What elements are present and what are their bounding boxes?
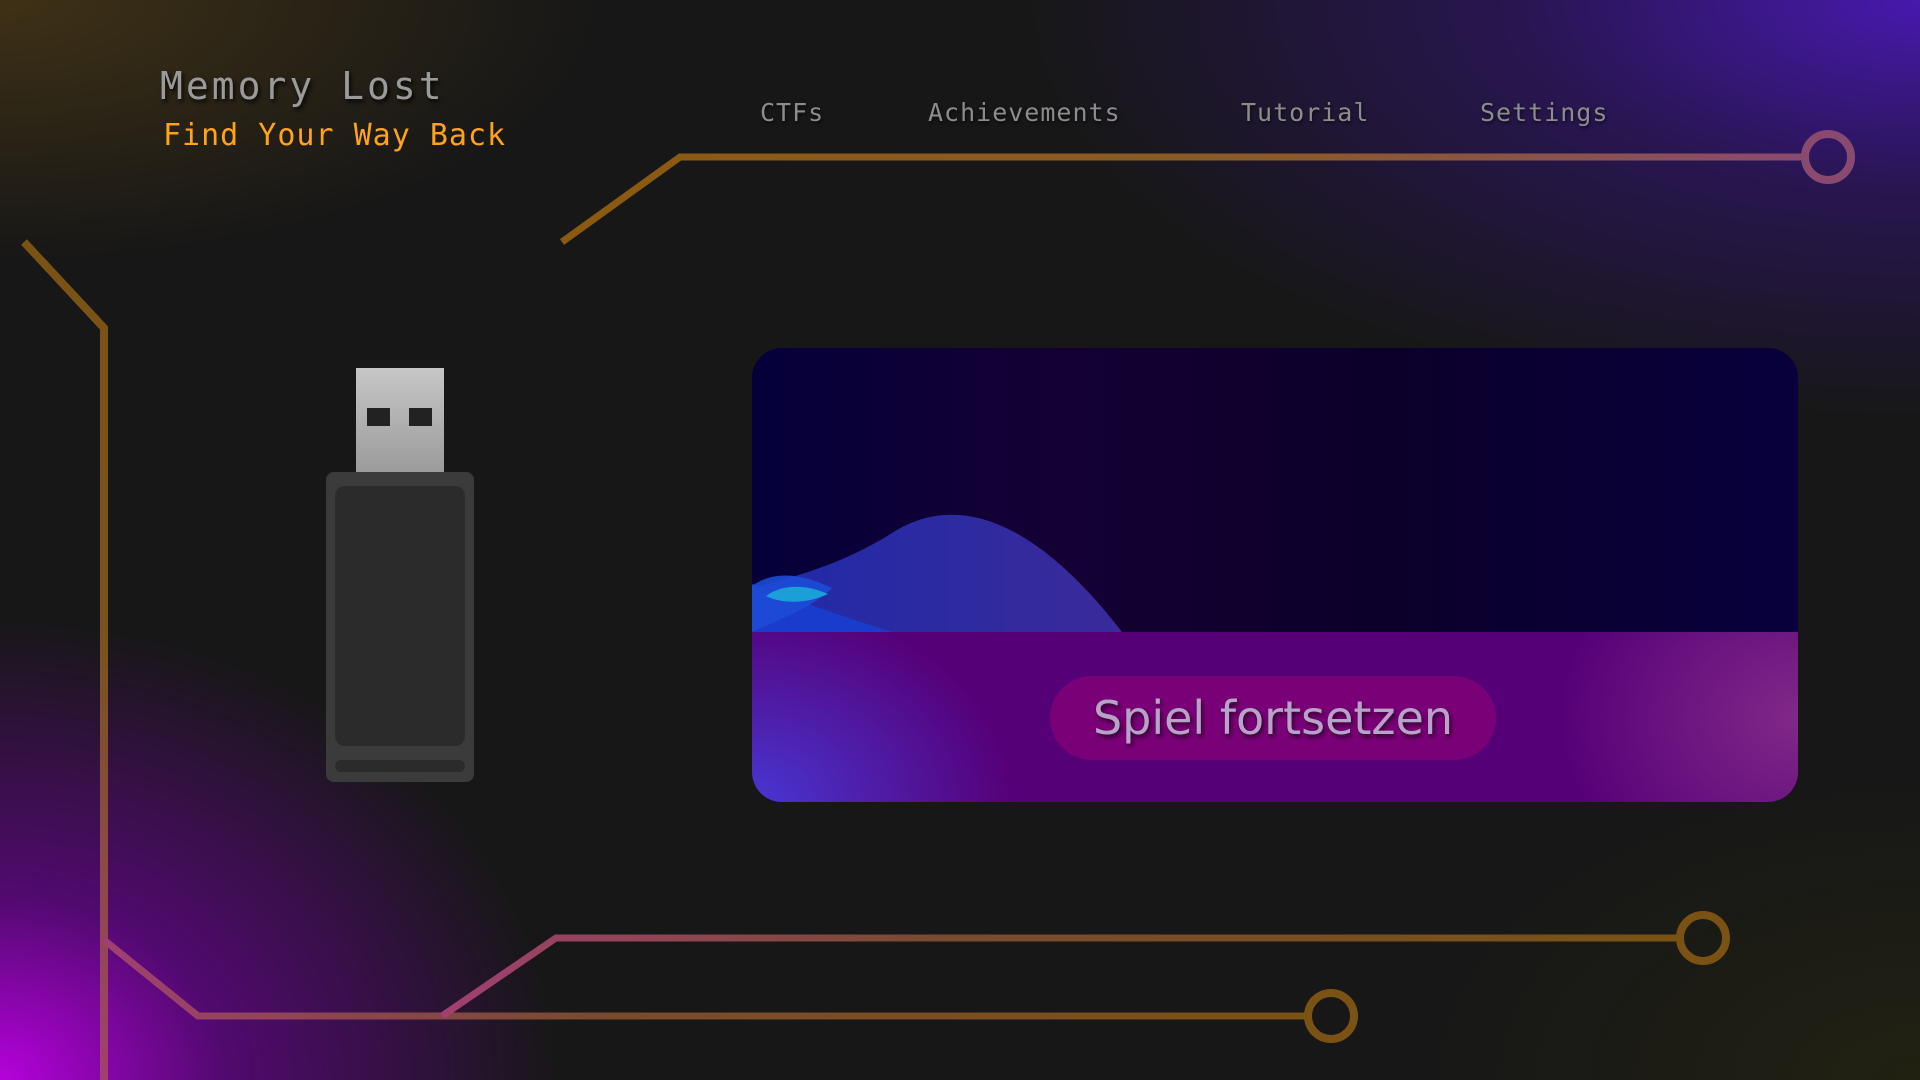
circuit-line-left	[21, 239, 108, 1080]
wave-illustration	[752, 514, 1122, 632]
nav-item-achievements[interactable]: Achievements	[928, 98, 1121, 127]
continue-game-card: Spiel fortsetzen	[752, 348, 1798, 802]
card-action-area: Spiel fortsetzen	[752, 632, 1798, 802]
nav-item-tutorial[interactable]: Tutorial	[1241, 98, 1369, 127]
circuit-node-top-right	[1801, 130, 1855, 184]
usb-plug	[356, 368, 444, 474]
nav-item-ctfs[interactable]: CTFs	[760, 98, 824, 127]
circuit-node-bottom-mid	[1304, 989, 1358, 1043]
game-menu-screen: Memory Lost Find Your Way Back CTFs Achi…	[0, 0, 1920, 1080]
circuit-node-bottom-right	[1676, 911, 1730, 965]
card-scene	[752, 348, 1798, 632]
circuit-line-bottom-upper	[440, 934, 1677, 1019]
circuit-line-nav	[559, 153, 1802, 245]
usb-body	[326, 472, 474, 782]
game-title: Memory Lost	[160, 64, 445, 108]
continue-game-button[interactable]: Spiel fortsetzen	[1050, 676, 1496, 760]
circuit-line-bottom-lower	[101, 937, 1306, 1020]
title-block: Memory Lost Find Your Way Back	[160, 64, 506, 153]
usb-drive-icon	[326, 368, 474, 782]
nav-item-settings[interactable]: Settings	[1480, 98, 1608, 127]
game-subtitle: Find Your Way Back	[163, 118, 507, 153]
